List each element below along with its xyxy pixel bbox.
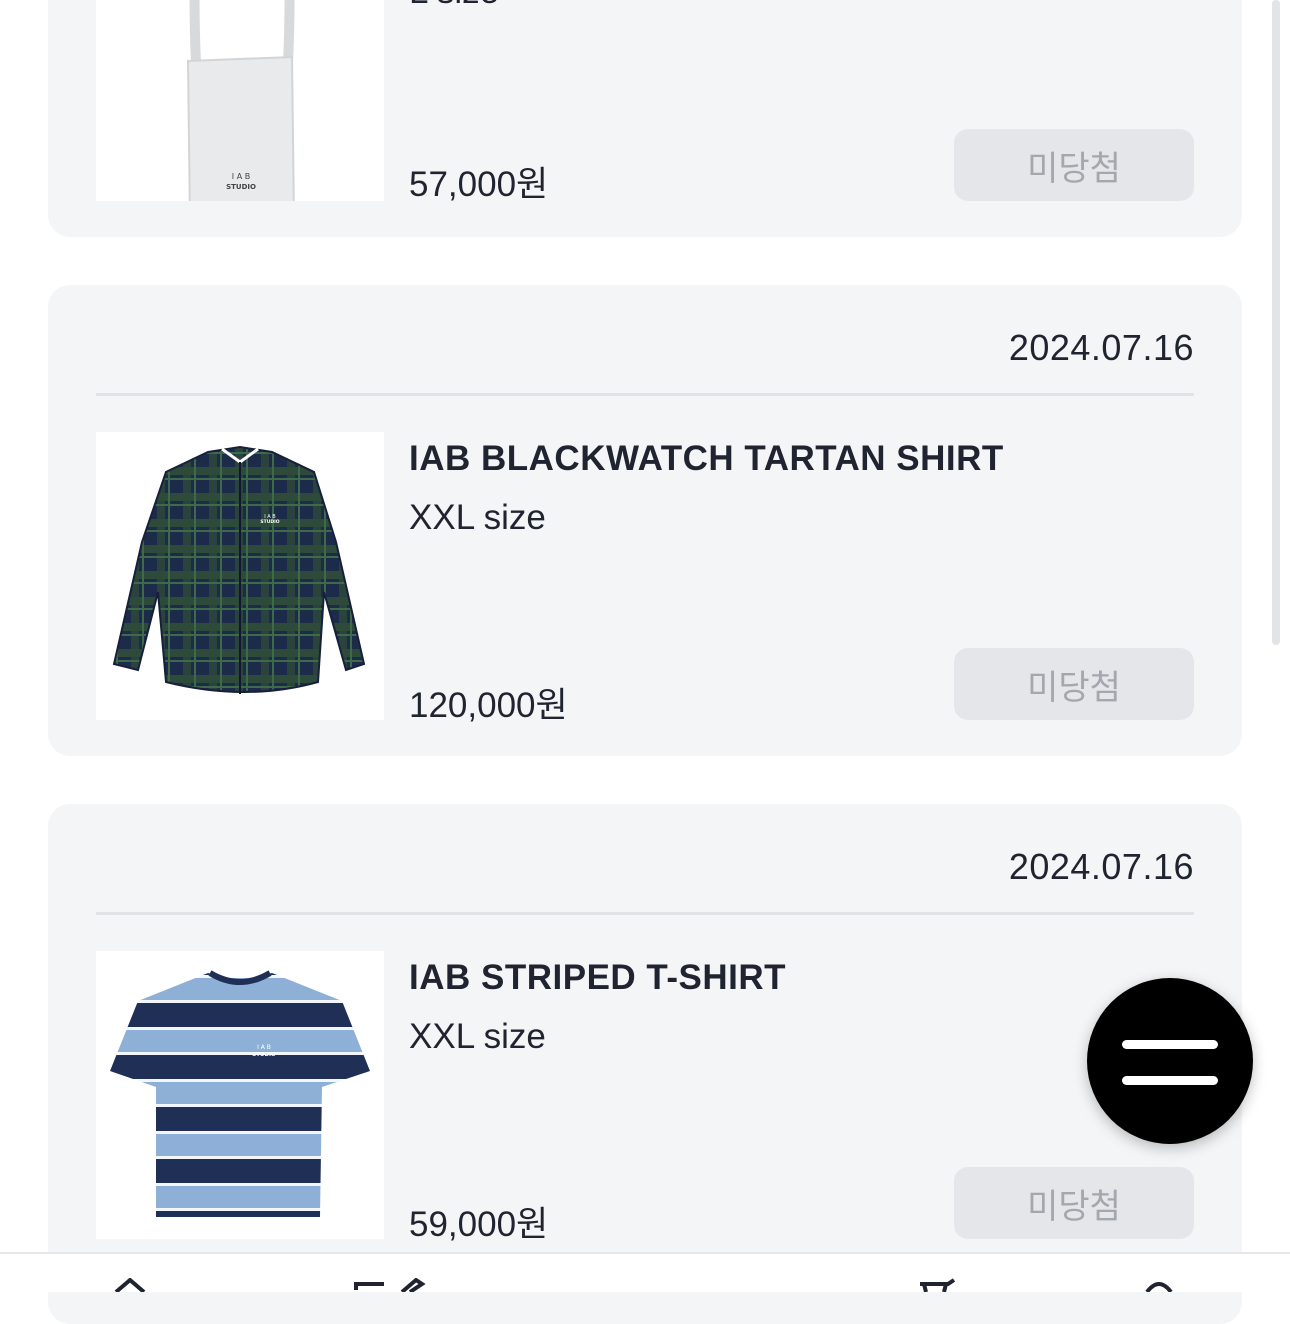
product-price: 57,000원 [409, 165, 549, 204]
logo-letters: I A B [257, 1044, 271, 1051]
entry-date: 2024.07.16 [1008, 327, 1194, 368]
bottom-nav [0, 1252, 1290, 1292]
status-button[interactable]: 미당첨 [954, 129, 1194, 201]
product-card: 2024.07.16 I A B STUDIO IAB BLACKWATCH T… [48, 285, 1242, 756]
logo-letters: I A B [232, 172, 250, 181]
divider [96, 912, 1194, 915]
product-name[interactable]: IAB STRIPED T-SHIRT [409, 958, 786, 998]
scrollbar[interactable] [1272, 0, 1280, 645]
product-image[interactable]: I A B STUDIO [96, 432, 384, 720]
product-price: 59,000원 [409, 1205, 549, 1244]
product-card: I A B STUDIO L size 57,000원 미당첨 [48, 0, 1242, 237]
tote-bag-icon: I A B STUDIO [186, 0, 295, 201]
entry-date: 2024.07.16 [1008, 846, 1194, 887]
product-image[interactable]: I A B STUDIO [96, 0, 384, 201]
product-size: XXL size [409, 1017, 546, 1056]
menu-fab-button[interactable] [1087, 978, 1253, 1144]
product-size: XXL size [409, 498, 546, 537]
status-button[interactable]: 미당첨 [954, 1167, 1194, 1239]
product-price: 120,000원 [409, 686, 568, 725]
tshirt-icon: I A B STUDIO [110, 970, 370, 1217]
product-image[interactable]: I A B STUDIO [96, 951, 384, 1239]
product-card: 2024.07.16 I A B STUDIO IAB STRIPED T-SH… [48, 804, 1242, 1324]
logo-word: STUDIO [226, 183, 256, 191]
product-name[interactable]: IAB BLACKWATCH TARTAN SHIRT [409, 439, 1004, 479]
logo-word: STUDIO [252, 1052, 276, 1058]
status-button[interactable]: 미당첨 [954, 648, 1194, 720]
logo-word: STUDIO [260, 519, 279, 525]
shirt-icon: I A B STUDIO [112, 445, 366, 694]
divider [96, 393, 1194, 396]
product-size: L size [409, 0, 499, 12]
